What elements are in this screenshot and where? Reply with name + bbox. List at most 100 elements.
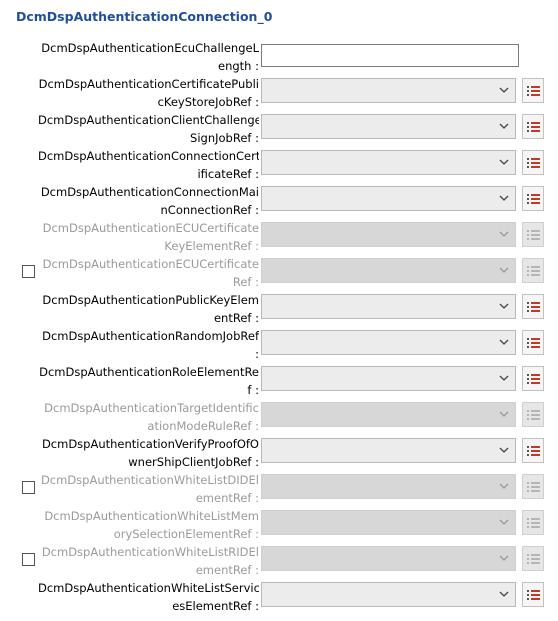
field-label: DcmDspAuthenticationWhiteListDIDEl ementR…: [38, 471, 259, 507]
list-icon: [527, 86, 540, 96]
list-icon: [527, 482, 540, 492]
field-label-line1: DcmDspAuthenticationTargetIdentific: [44, 401, 259, 415]
field-label: DcmDspAuthenticationClientChallenge SignJ…: [38, 111, 259, 147]
form-row: DcmDspAuthenticationWhiteListServic esEle…: [0, 577, 558, 613]
chevron-down-icon: [499, 375, 509, 381]
field-label: DcmDspAuthenticationCertificatePubli cKey…: [38, 75, 259, 111]
reference-dropdown: [261, 474, 516, 499]
reference-dropdown[interactable]: [261, 366, 516, 391]
browse-list-button[interactable]: [522, 438, 544, 463]
field-label: DcmDspAuthenticationConnectionMai nConnec…: [38, 183, 259, 219]
chevron-down-icon: [499, 87, 509, 93]
field-label: DcmDspAuthenticationRoleElementRe f :: [38, 363, 259, 399]
form-row: DcmDspAuthenticationVerifyProofOfO wnerSh…: [0, 433, 558, 469]
form-row: DcmDspAuthenticationRoleElementRe f :: [0, 361, 558, 397]
browse-list-button[interactable]: [522, 78, 544, 103]
chevron-down-icon: [499, 267, 509, 273]
field-label-line1: DcmDspAuthenticationCertificatePubli: [38, 77, 259, 91]
form-row: DcmDspAuthenticationEcuChallengeL ength :: [0, 37, 558, 73]
form-row: DcmDspAuthenticationECUCertificate Ref :: [0, 253, 558, 289]
form-row: DcmDspAuthenticationECUCertificate KeyEle…: [0, 217, 558, 253]
chevron-down-icon: [499, 195, 509, 201]
reference-dropdown[interactable]: [261, 438, 516, 463]
reference-dropdown[interactable]: [261, 582, 516, 607]
chevron-down-icon: [499, 411, 509, 417]
chevron-down-icon: [499, 519, 509, 525]
chevron-down-icon: [499, 123, 509, 129]
reference-dropdown[interactable]: [261, 186, 516, 211]
reference-dropdown: [261, 546, 516, 571]
list-icon: [527, 302, 540, 312]
form-row: DcmDspAuthenticationClientChallenge SignJ…: [0, 109, 558, 145]
field-label: DcmDspAuthenticationECUCertificate Ref :: [38, 255, 259, 291]
field-label-line1: DcmDspAuthenticationVerifyProofOfO: [41, 437, 259, 451]
reference-dropdown[interactable]: [261, 78, 516, 103]
field-label: DcmDspAuthenticationRandomJobRef:: [38, 327, 259, 363]
field-label-line1: DcmDspAuthenticationClientChallenge: [38, 113, 259, 127]
field-label: DcmDspAuthenticationWhiteListServic esEle…: [38, 579, 259, 615]
reference-dropdown: [261, 222, 516, 247]
browse-list-button[interactable]: [522, 366, 544, 391]
list-icon: [527, 158, 540, 168]
chevron-down-icon: [499, 159, 509, 165]
browse-list-button: [522, 474, 544, 499]
field-label: DcmDspAuthenticationWhiteListMem orySelec…: [38, 507, 259, 543]
form-row: DcmDspAuthenticationConnectionCert ificat…: [0, 145, 558, 181]
field-label: DcmDspAuthenticationVerifyProofOfO wnerSh…: [38, 435, 259, 471]
browse-list-button: [522, 258, 544, 283]
list-icon: [527, 590, 540, 600]
field-label-line1: DcmDspAuthenticationWhiteListDIDEl: [40, 473, 259, 487]
browse-list-button[interactable]: [522, 150, 544, 175]
field-label-line1: DcmDspAuthenticationEcuChallengeL: [41, 41, 259, 55]
browse-list-button[interactable]: [522, 186, 544, 211]
form-row: DcmDspAuthenticationCertificatePubli cKey…: [0, 73, 558, 109]
reference-dropdown[interactable]: [261, 150, 516, 175]
field-label: DcmDspAuthenticationEcuChallengeL ength :: [38, 39, 259, 75]
list-icon: [527, 230, 540, 240]
list-icon: [527, 266, 540, 276]
list-icon: [527, 518, 540, 528]
enable-checkbox[interactable]: [22, 553, 35, 566]
browse-list-button: [522, 546, 544, 571]
chevron-down-icon: [499, 591, 509, 597]
browse-list-button[interactable]: [522, 330, 544, 355]
chevron-down-icon: [499, 339, 509, 345]
form-row: DcmDspAuthenticationConnectionMai nConnec…: [0, 181, 558, 217]
form-row: DcmDspAuthenticationPublicKeyElem entRef …: [0, 289, 558, 325]
browse-list-button[interactable]: [522, 114, 544, 139]
field-label: DcmDspAuthenticationTargetIdentific ation…: [38, 399, 259, 435]
reference-dropdown: [261, 258, 516, 283]
field-label-line1: DcmDspAuthenticationPublicKeyElem: [42, 293, 259, 307]
browse-list-button[interactable]: [522, 294, 544, 319]
form-row: DcmDspAuthenticationWhiteListDIDEl ementR…: [0, 469, 558, 505]
form-row: DcmDspAuthenticationWhiteListMem orySelec…: [0, 505, 558, 541]
field-label-line2: esElementRef :: [172, 599, 259, 613]
field-label: DcmDspAuthenticationConnectionCert ificat…: [38, 147, 259, 183]
enable-checkbox[interactable]: [22, 265, 35, 278]
reference-dropdown[interactable]: [261, 114, 516, 139]
section-title: DcmDspAuthenticationConnection_0: [16, 9, 273, 24]
chevron-down-icon: [499, 447, 509, 453]
browse-list-button[interactable]: [522, 582, 544, 607]
field-label-line1: DcmDspAuthenticationWhiteListServic: [38, 581, 259, 595]
list-icon: [527, 446, 540, 456]
enable-checkbox[interactable]: [22, 481, 35, 494]
browse-list-button: [522, 510, 544, 535]
browse-list-button: [522, 402, 544, 427]
list-icon: [527, 410, 540, 420]
list-icon: [527, 554, 540, 564]
field-label-line1: DcmDspAuthenticationConnectionCert: [38, 149, 259, 163]
text-input[interactable]: [261, 44, 519, 67]
field-label-line1: DcmDspAuthenticationWhiteListMem: [44, 509, 259, 523]
reference-dropdown[interactable]: [261, 294, 516, 319]
field-label-line1: DcmDspAuthenticationRoleElementRe: [39, 365, 259, 379]
field-label: DcmDspAuthenticationECUCertificate KeyEle…: [38, 219, 259, 255]
list-icon: [527, 194, 540, 204]
reference-dropdown[interactable]: [261, 330, 516, 355]
chevron-down-icon: [499, 483, 509, 489]
field-label-line1: DcmDspAuthenticationWhiteListRIDEl: [41, 545, 259, 559]
field-label-line1: DcmDspAuthenticationRandomJobRef: [42, 329, 259, 343]
list-icon: [527, 338, 540, 348]
reference-dropdown: [261, 510, 516, 535]
field-label: DcmDspAuthenticationWhiteListRIDEl ementR…: [38, 543, 259, 579]
